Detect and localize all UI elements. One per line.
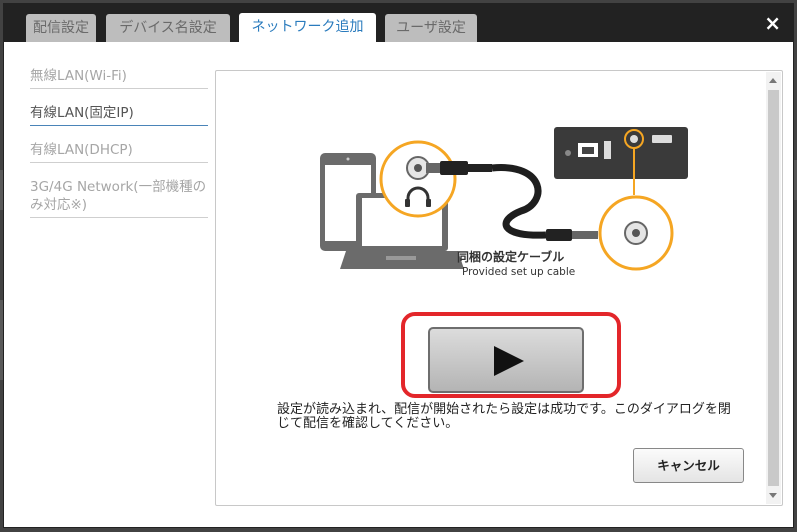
sidebar-item-wired-dhcp[interactable]: 有線LAN(DHCP) xyxy=(30,138,208,163)
scroll-down-icon[interactable] xyxy=(769,493,777,498)
tab-device-name[interactable]: デバイス名設定 xyxy=(106,14,230,42)
scrollbar-thumb[interactable] xyxy=(768,90,779,486)
tab-user-settings[interactable]: ユーザ設定 xyxy=(385,14,477,42)
success-message: 設定が読み込まれ、配信が開始されたら設定は成功です。このダイアログを閉じて配信を… xyxy=(277,402,731,431)
tab-stream-settings[interactable]: 配信設定 xyxy=(26,14,96,42)
cable-label-en: Provided set up cable xyxy=(462,266,576,278)
scrollbar[interactable] xyxy=(766,72,781,504)
network-add-dialog: 配信設定 デバイス名設定 ネットワーク追加 ユーザ設定 × 無線LAN(Wi-F… xyxy=(3,3,794,528)
tab-bar: 配信設定 デバイス名設定 ネットワーク追加 ユーザ設定 × xyxy=(4,4,793,42)
setup-panel: 同梱の設定ケーブル Provided set up cable 設定が読み込まれ… xyxy=(215,70,783,506)
device-jack-icon xyxy=(598,195,674,271)
tab-network-add[interactable]: ネットワーク追加 xyxy=(239,13,376,42)
sidebar-item-mobile-network[interactable]: 3G/4G Network(一部機種のみ対応※) xyxy=(30,175,208,218)
device-box-icon xyxy=(554,127,688,179)
headphone-jack-icon xyxy=(379,140,457,218)
play-button[interactable] xyxy=(428,327,584,393)
cable-label-jp: 同梱の設定ケーブル xyxy=(457,250,565,264)
network-type-sidebar: 無線LAN(Wi-Fi) 有線LAN(固定IP) 有線LAN(DHCP) 3G/… xyxy=(30,64,208,218)
sidebar-item-wired-static[interactable]: 有線LAN(固定IP) xyxy=(30,101,208,126)
scroll-up-icon[interactable] xyxy=(769,78,777,83)
sidebar-item-wifi[interactable]: 無線LAN(Wi-Fi) xyxy=(30,64,208,89)
play-icon xyxy=(494,346,524,376)
close-icon[interactable]: × xyxy=(764,12,781,34)
cancel-button[interactable]: キャンセル xyxy=(633,448,744,483)
